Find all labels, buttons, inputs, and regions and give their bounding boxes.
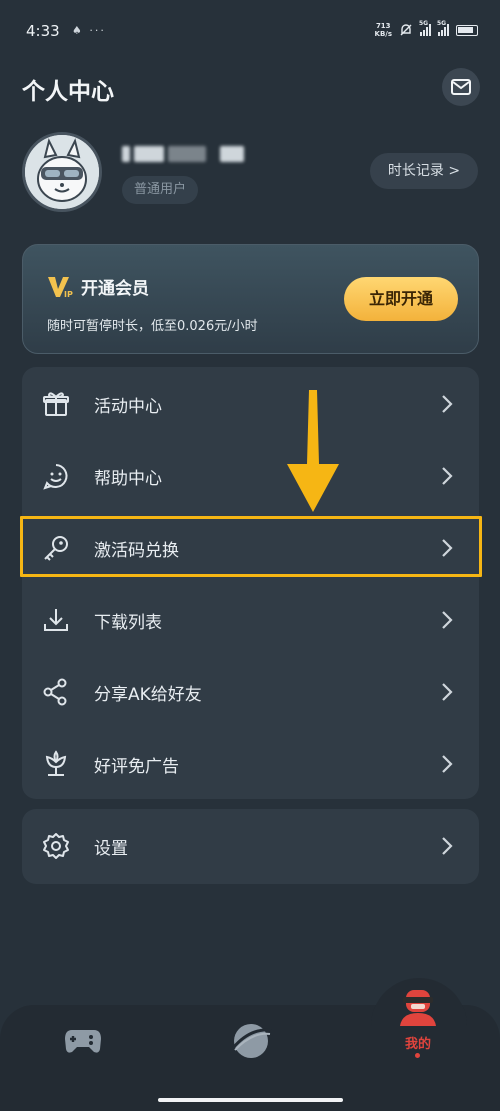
flower-icon xyxy=(45,750,67,776)
menu-item-label: 好评免广告 xyxy=(94,757,179,777)
menu-item-label: 活动中心 xyxy=(94,397,162,417)
settings-card: 设置 xyxy=(22,809,479,884)
chat-smile-icon xyxy=(43,464,68,490)
vip-subtitle: 随时可暂停时长，低至0.026元/小时 xyxy=(47,319,258,334)
message-button[interactable] xyxy=(442,68,480,106)
status-time: 4:33 xyxy=(26,22,60,40)
mail-icon xyxy=(451,79,471,95)
download-icon xyxy=(44,609,68,631)
active-indicator-dot xyxy=(415,1053,420,1058)
duration-record-button[interactable]: 时长记录 > xyxy=(370,153,478,189)
highlight-box xyxy=(20,516,482,577)
chevron-right-icon xyxy=(442,611,453,629)
status-right-icons: 713 KB/s 5G 5G xyxy=(374,20,478,38)
svg-text:IP: IP xyxy=(64,290,73,299)
share-icon xyxy=(43,678,67,706)
planet-icon[interactable] xyxy=(230,1020,272,1062)
gift-icon xyxy=(43,392,69,416)
chevron-right-icon xyxy=(442,837,453,855)
avatar[interactable] xyxy=(22,132,102,212)
chevron-right-icon xyxy=(442,683,453,701)
mute-bell-icon xyxy=(400,24,412,36)
home-indicator[interactable] xyxy=(158,1098,343,1102)
gamepad-icon[interactable] xyxy=(64,1027,102,1055)
chevron-right-icon xyxy=(442,467,453,485)
signal-icon: 5G xyxy=(419,20,431,36)
menu-item-label: 帮助中心 xyxy=(94,469,162,489)
notification-icons: ♠ ··· xyxy=(72,24,106,37)
battery-icon xyxy=(456,24,478,36)
menu-item-label: 下载列表 xyxy=(94,613,162,633)
menu-item-downloads[interactable]: 下载列表 xyxy=(22,584,479,656)
status-bar: 4:33 ♠ ··· 713 KB/s 5G 5G xyxy=(0,0,500,64)
menu-item-settings[interactable]: 设置 xyxy=(22,810,479,882)
menu-item-help[interactable]: 帮助中心 xyxy=(22,440,479,512)
user-level-badge: 普通用户 xyxy=(122,176,199,204)
vip-logo-icon: IP xyxy=(48,277,73,299)
menu-item-share[interactable]: 分享AK给好友 xyxy=(22,656,479,728)
nav-mine-label[interactable]: 我的 xyxy=(400,1033,436,1052)
gear-icon xyxy=(43,833,69,859)
chevron-right-icon xyxy=(442,755,453,773)
user-cap-icon[interactable] xyxy=(398,988,438,1026)
menu-list: 活动中心 帮助中心 激活码兑换 下载列表 分享AK给好友 好评免广告 xyxy=(22,367,479,799)
settings-label: 设置 xyxy=(94,839,128,859)
vip-title: 开通会员 xyxy=(81,279,149,299)
username-redacted xyxy=(122,146,244,162)
network-speed: 713 KB/s xyxy=(374,22,392,38)
down-arrow-annotation xyxy=(287,390,339,512)
menu-item-review-no-ads[interactable]: 好评免广告 xyxy=(22,728,479,800)
vip-open-button[interactable]: 立即开通 xyxy=(344,277,458,321)
menu-item-activity[interactable]: 活动中心 xyxy=(22,368,479,440)
vip-card[interactable]: IP 开通会员 随时可暂停时长，低至0.026元/小时 立即开通 xyxy=(22,244,479,354)
page-title: 个人中心 xyxy=(22,79,114,105)
signal-icon-2: 5G xyxy=(437,20,449,36)
cat-avatar-icon xyxy=(25,135,99,209)
chevron-right-icon xyxy=(442,395,453,413)
menu-item-label: 分享AK给好友 xyxy=(94,685,202,705)
